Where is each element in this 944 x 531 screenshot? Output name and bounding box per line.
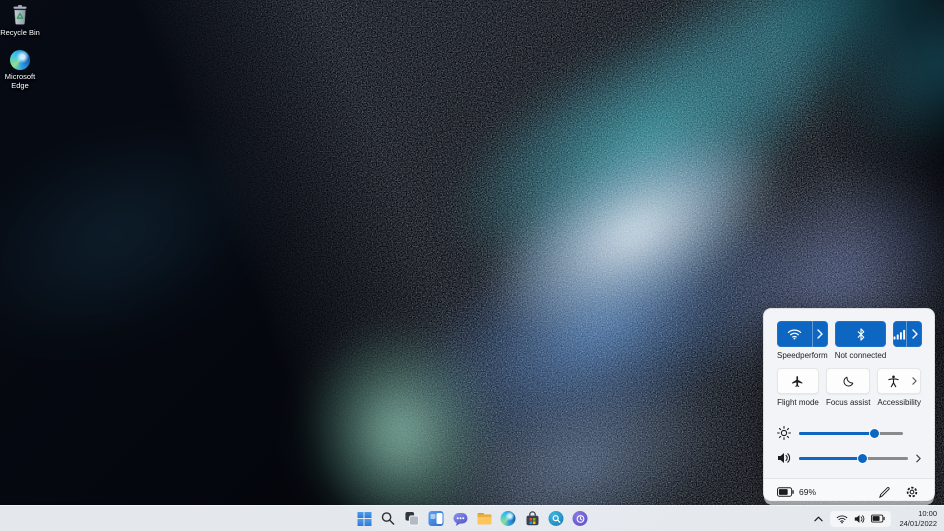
edit-quick-settings-button[interactable] — [875, 483, 893, 501]
quick-settings-panel: Speedperform Not connected — [763, 308, 935, 501]
cellular-expand-chevron[interactable] — [906, 321, 922, 347]
edge-icon — [10, 50, 30, 70]
system-tray: 10:00 24/01/2022 — [811, 506, 940, 531]
airplane-icon — [778, 369, 818, 393]
taskbar: 10:00 24/01/2022 — [0, 505, 944, 531]
windows-logo-icon — [357, 512, 371, 526]
search-icon — [381, 511, 396, 526]
wifi-tile-label: Speedperform — [777, 351, 828, 361]
volume-fill — [799, 457, 862, 460]
bluetooth-tile-label: Not connected — [835, 351, 887, 361]
volume-row — [777, 451, 921, 465]
recycle-bin-label: Recycle Bin — [0, 28, 40, 37]
start-button[interactable] — [353, 507, 376, 530]
tray-date: 24/01/2022 — [899, 519, 937, 528]
chevron-right-icon — [916, 454, 921, 463]
clock[interactable]: 10:00 24/01/2022 — [896, 508, 940, 529]
search-button[interactable] — [377, 507, 400, 530]
tray-battery-icon — [871, 514, 885, 523]
battery-percent-label: 69% — [799, 487, 816, 497]
brightness-sun-icon — [777, 426, 791, 440]
tray-overflow-button[interactable] — [811, 509, 825, 529]
task-view-button[interactable] — [401, 507, 424, 530]
task-view-icon — [405, 511, 420, 526]
wifi-tile[interactable] — [777, 321, 828, 347]
brightness-row — [777, 426, 921, 440]
focus-assist-tile[interactable] — [826, 368, 870, 394]
bluetooth-tile[interactable] — [835, 321, 887, 347]
volume-expand-chevron[interactable] — [916, 454, 921, 463]
moon-icon — [827, 369, 869, 393]
accessibility-expand-chevron[interactable] — [908, 369, 920, 393]
edge-button[interactable] — [497, 507, 520, 530]
edge-icon — [501, 511, 516, 526]
accessibility-tile-label: Accessibility — [877, 398, 921, 408]
volume-speaker-icon — [777, 452, 791, 464]
brightness-slider[interactable] — [799, 432, 903, 435]
flight-mode-tile[interactable] — [777, 368, 819, 394]
magnifier-circle-app-icon — [549, 511, 564, 526]
recycle-bin-icon — [10, 4, 30, 26]
quick-settings-tiles-row-2: Flight mode Focus assist — [777, 368, 921, 415]
cellular-tile-label — [893, 351, 922, 361]
pencil-icon — [878, 486, 891, 499]
chevron-right-icon — [912, 329, 918, 339]
file-explorer-button[interactable] — [473, 507, 496, 530]
app-purple-circle-button[interactable] — [569, 507, 592, 530]
brightness-fill — [799, 432, 875, 435]
widgets-button[interactable] — [425, 507, 448, 530]
tray-wifi-icon — [836, 514, 848, 524]
volume-slider[interactable] — [799, 457, 908, 460]
accessibility-person-icon — [878, 369, 908, 393]
store-bag-icon — [524, 511, 540, 527]
volume-slider-thumb[interactable] — [858, 454, 867, 463]
chevron-right-icon — [817, 329, 823, 339]
microsoft-store-button[interactable] — [521, 507, 544, 530]
widgets-icon — [429, 511, 444, 526]
bluetooth-icon — [835, 321, 887, 347]
clock-circle-app-icon — [573, 511, 588, 526]
edge-label: Microsoft Edge — [0, 72, 40, 90]
wifi-icon — [777, 321, 812, 347]
battery-icon — [777, 487, 794, 497]
brightness-slider-thumb[interactable] — [870, 429, 879, 438]
taskbar-center-icons — [353, 506, 592, 531]
app-blue-circle-button[interactable] — [545, 507, 568, 530]
cellular-bars-icon — [893, 321, 906, 347]
microsoft-edge-desktop-icon[interactable]: Microsoft Edge — [0, 50, 40, 90]
cellular-tile[interactable] — [893, 321, 922, 347]
focus-assist-tile-label: Focus assist — [826, 398, 870, 408]
tray-volume-icon — [854, 514, 865, 524]
flight-mode-tile-label: Flight mode — [777, 398, 819, 408]
quick-settings-tiles-row-1: Speedperform Not connected — [777, 321, 921, 368]
chevron-up-icon — [814, 516, 823, 522]
chevron-right-icon — [912, 377, 917, 385]
chat-bubble-icon — [452, 511, 468, 527]
gear-icon — [905, 485, 919, 499]
battery-status[interactable]: 69% — [777, 487, 816, 497]
wifi-expand-chevron[interactable] — [812, 321, 828, 347]
all-settings-button[interactable] — [903, 483, 921, 501]
recycle-bin-desktop-icon[interactable]: Recycle Bin — [0, 4, 40, 37]
folder-icon — [476, 511, 492, 526]
network-volume-battery-tray-group[interactable] — [830, 511, 891, 527]
quick-settings-footer: 69% — [764, 478, 934, 505]
tray-time: 10:00 — [899, 509, 937, 518]
chat-button[interactable] — [449, 507, 472, 530]
accessibility-tile[interactable] — [877, 368, 921, 394]
